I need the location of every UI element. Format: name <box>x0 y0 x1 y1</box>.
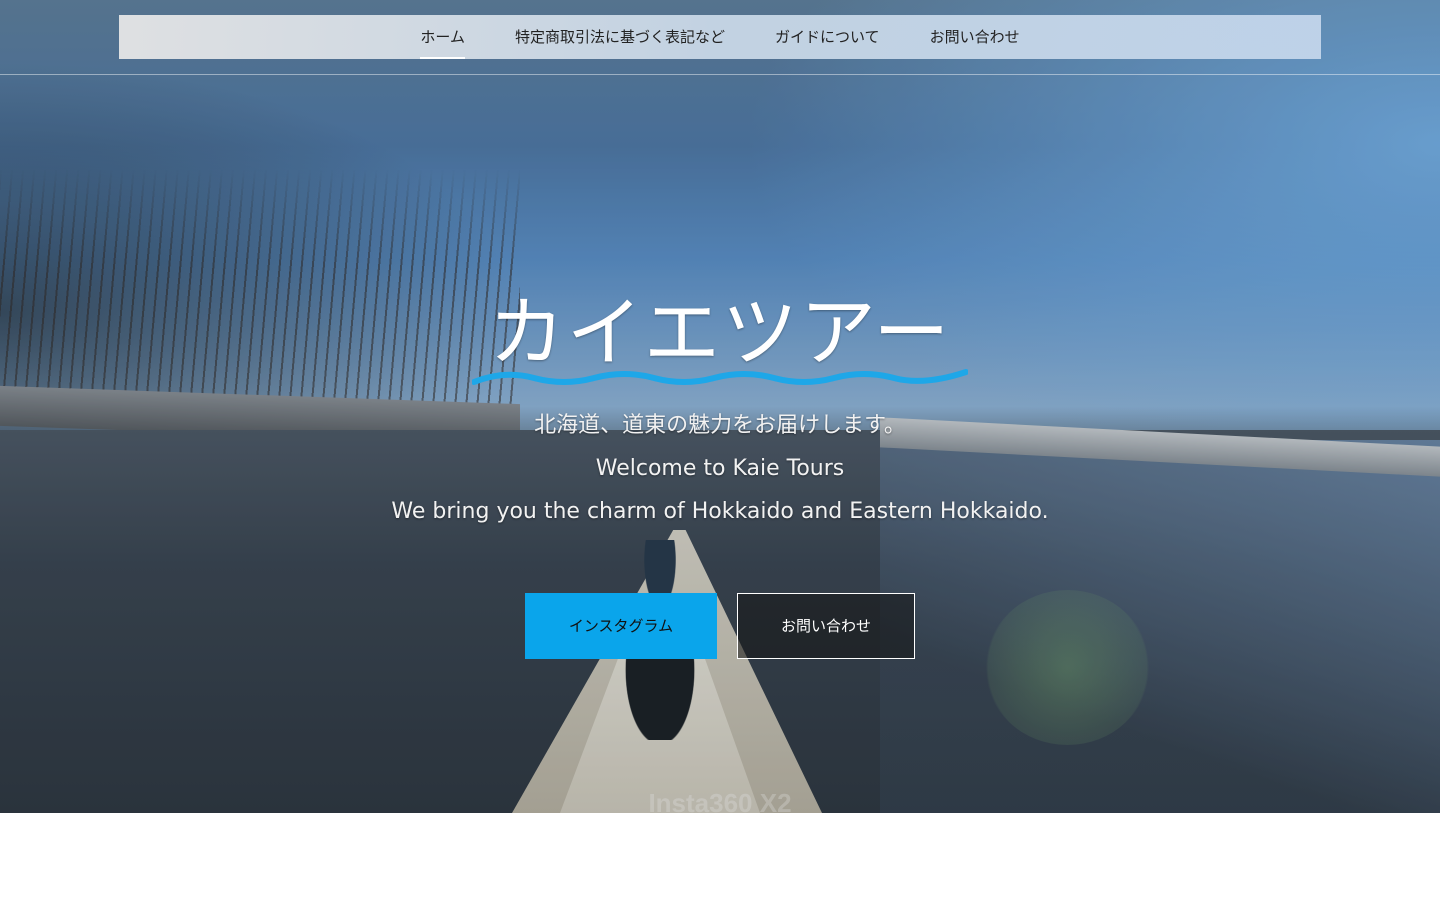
hero-title: カイエツアー <box>488 288 952 377</box>
hero-section: Insta360 X2 ホーム 特定商取引法に基づく表記など ガイドについて お… <box>0 0 1440 813</box>
hero-content: カイエツアー 北海道、道東の魅力をお届けします。 Welcome to Kaie… <box>0 285 1440 533</box>
instagram-button[interactable]: インスタグラム <box>525 593 717 659</box>
hero-subtitle-line-en-1: Welcome to Kaie Tours <box>595 456 845 481</box>
hero-buttons: インスタグラム お問い合わせ <box>0 593 1440 659</box>
nav-item-contact[interactable]: お問い合わせ <box>930 15 1020 59</box>
hero-subtitle-line-ja: 北海道、道東の魅力をお届けします。 <box>534 413 906 438</box>
header: ホーム 特定商取引法に基づく表記など ガイドについて お問い合わせ <box>0 0 1440 75</box>
hero-subtitle-line-en-2: We bring you the charm of Hokkaido and E… <box>391 499 1049 524</box>
contact-button[interactable]: お問い合わせ <box>737 593 915 659</box>
nav-item-about-guide[interactable]: ガイドについて <box>775 15 880 59</box>
main-nav: ホーム 特定商取引法に基づく表記など ガイドについて お問い合わせ <box>119 15 1321 59</box>
nav-item-home[interactable]: ホーム <box>420 15 465 59</box>
nav-item-legal-notice[interactable]: 特定商取引法に基づく表記など <box>515 15 725 59</box>
hero-subtitle: 北海道、道東の魅力をお届けします。 Welcome to Kaie Tours … <box>0 404 1440 533</box>
